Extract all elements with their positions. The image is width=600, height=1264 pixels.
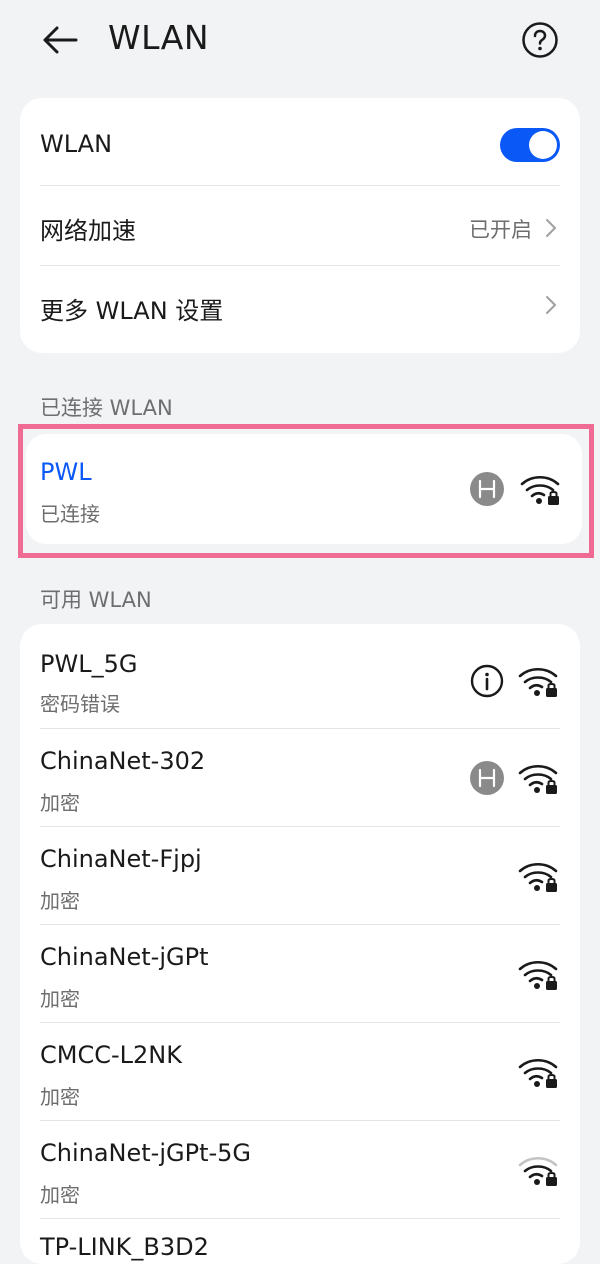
network-name: ChinaNet-jGPt-5G — [40, 1139, 252, 1167]
wlan-toggle[interactable] — [500, 128, 560, 162]
network-item[interactable]: PWL_5G 密码错误 — [20, 624, 580, 728]
network-item[interactable]: ChinaNet-jGPt-5G 加密 — [20, 1121, 580, 1218]
wifi-weak-lock-icon — [518, 1156, 558, 1186]
connected-section-label: 已连接 WLAN — [40, 396, 173, 420]
wifi-lock-icon — [518, 764, 558, 794]
network-acceleration-row[interactable]: 网络加速 已开启 — [20, 186, 580, 266]
page-title: WLAN — [108, 18, 210, 57]
selection-highlight — [18, 424, 594, 558]
wlan-toggle-row[interactable]: WLAN — [20, 98, 580, 186]
info-icon[interactable] — [470, 664, 504, 698]
network-status: 加密 — [40, 1085, 80, 1109]
network-status: 密码错误 — [40, 692, 120, 716]
network-status: 加密 — [40, 1183, 80, 1207]
network-status: 加密 — [40, 791, 80, 815]
network-status: 加密 — [40, 987, 80, 1011]
network-status: 加密 — [40, 889, 80, 913]
more-wlan-settings-row[interactable]: 更多 WLAN 设置 — [20, 266, 580, 352]
help-button[interactable] — [518, 20, 562, 60]
wifi-lock-icon — [518, 862, 558, 892]
help-icon — [522, 22, 558, 58]
network-acceleration-label: 网络加速 — [40, 217, 136, 245]
wlan-settings-card: WLAN 网络加速 已开启 更多 WLAN 设置 — [20, 98, 580, 353]
more-wlan-settings-label: 更多 WLAN 设置 — [40, 297, 224, 325]
chevron-right-icon — [546, 219, 556, 237]
toggle-knob — [529, 131, 557, 159]
network-name: ChinaNet-jGPt — [40, 943, 209, 971]
network-name: TP-LINK_B3D2 — [40, 1233, 209, 1261]
hilink-icon[interactable] — [470, 761, 504, 795]
available-networks-list: PWL_5G 密码错误 ChinaNet-302 加密 ChinaNet-Fjp… — [20, 624, 580, 1264]
wifi-lock-icon — [518, 667, 558, 697]
network-name: CMCC-L2NK — [40, 1041, 182, 1069]
network-acceleration-value: 已开启 — [469, 218, 532, 242]
wifi-lock-icon — [518, 960, 558, 990]
wlan-label: WLAN — [40, 130, 113, 158]
wifi-lock-icon — [518, 1058, 558, 1088]
network-name: PWL_5G — [40, 650, 138, 678]
network-name: ChinaNet-Fjpj — [40, 845, 202, 873]
network-item[interactable]: TP-LINK_B3D2 — [20, 1219, 580, 1264]
network-item[interactable]: CMCC-L2NK 加密 — [20, 1023, 580, 1120]
network-name: ChinaNet-302 — [40, 747, 206, 775]
back-button[interactable] — [36, 20, 84, 60]
available-section-label: 可用 WLAN — [40, 588, 152, 612]
network-item[interactable]: ChinaNet-302 加密 — [20, 729, 580, 826]
network-item[interactable]: ChinaNet-jGPt 加密 — [20, 925, 580, 1022]
arrow-left-icon — [43, 26, 78, 54]
app-header: WLAN — [0, 0, 600, 80]
network-item[interactable]: ChinaNet-Fjpj 加密 — [20, 827, 580, 924]
chevron-right-icon — [546, 296, 556, 314]
